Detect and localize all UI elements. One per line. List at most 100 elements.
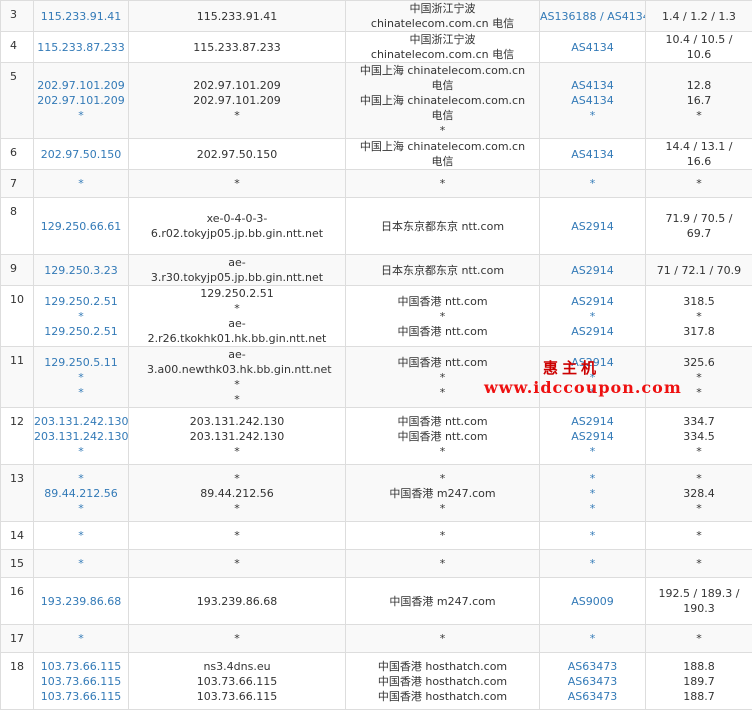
ip-cell-text: * <box>34 176 128 191</box>
ip-link[interactable]: 89.44.212.56 <box>34 486 128 501</box>
hostname-cell-text: ae-2.r26.tkokhk01.hk.bb.gin.ntt.net <box>147 316 327 346</box>
latency-cell: * <box>646 625 752 653</box>
hop-row: 9129.250.3.23ae-3.r30.tokyjp05.jp.bb.gin… <box>1 255 752 286</box>
ip-link[interactable]: 103.73.66.115 <box>34 689 128 704</box>
ip-cell-text: * <box>34 385 128 400</box>
latency-cell-text: 10.4 / 10.5 / 10.6 <box>652 32 746 62</box>
asn-link[interactable]: AS63473 <box>540 674 645 689</box>
ip-link[interactable]: 129.250.2.51 <box>34 324 128 339</box>
asn-cell: * <box>540 522 646 550</box>
hostname-cell-text: * <box>147 631 327 646</box>
ip-link[interactable]: 103.73.66.115 <box>34 674 128 689</box>
hostname-cell: ae-3.r30.tokyjp05.jp.bb.gin.ntt.net <box>129 255 346 286</box>
latency-cell: 1.4 / 1.2 / 1.3 <box>646 1 752 32</box>
ip-cell: 115.233.91.41 <box>34 1 129 32</box>
hostname-cell-text: * <box>147 301 327 316</box>
latency-cell-text: 318.5 <box>652 294 746 309</box>
asn-cell: AS4134 <box>540 32 646 63</box>
asn-link[interactable]: AS2914 <box>540 294 645 309</box>
ip-link[interactable]: 103.73.66.115 <box>34 659 128 674</box>
ip-cell-text: * <box>34 556 128 571</box>
ip-cell-text: * <box>34 501 128 516</box>
hostname-cell-text: xe-0-4-0-3-6.r02.tokyjp05.jp.bb.gin.ntt.… <box>147 211 327 241</box>
asn-link[interactable]: AS9009 <box>540 594 645 609</box>
location-cell-text: 中国香港 m247.com <box>354 594 531 609</box>
ip-link[interactable]: 129.250.66.61 <box>34 219 128 234</box>
hostname-cell-text: 103.73.66.115 <box>147 674 327 689</box>
location-cell-text: 日本东京都东京 ntt.com <box>354 263 531 278</box>
location-cell-text: 中国香港 m247.com <box>354 486 531 501</box>
hop-row: 10129.250.2.51*129.250.2.51129.250.2.51*… <box>1 286 752 347</box>
asn-link[interactable]: AS2914 <box>540 429 645 444</box>
ip-link[interactable]: 203.131.242.130 <box>34 414 128 429</box>
location-cell-text: 中国香港 ntt.com <box>354 355 531 370</box>
location-cell-text: 中国香港 ntt.com <box>354 429 531 444</box>
latency-cell-text: 71 / 72.1 / 70.9 <box>652 263 746 278</box>
hostname-cell: ns3.4dns.eu103.73.66.115103.73.66.115 <box>129 653 346 710</box>
asn-link[interactable]: AS136188 / AS4134 <box>540 9 645 24</box>
ip-link[interactable]: 129.250.5.11 <box>34 355 128 370</box>
hostname-cell-text: 202.97.50.150 <box>147 147 327 162</box>
ip-cell: 129.250.5.11** <box>34 347 129 408</box>
hostname-cell: 193.239.86.68 <box>129 578 346 625</box>
asn-link[interactable]: AS2914 <box>540 219 645 234</box>
hostname-cell-text: * <box>147 444 327 459</box>
location-cell: *中国香港 m247.com* <box>346 465 540 522</box>
ip-cell: 129.250.2.51*129.250.2.51 <box>34 286 129 347</box>
hop-number: 17 <box>1 625 34 653</box>
latency-cell-text: 1.4 / 1.2 / 1.3 <box>652 9 746 24</box>
asn-link[interactable]: AS63473 <box>540 689 645 704</box>
latency-cell: 318.5*317.8 <box>646 286 752 347</box>
asn-link[interactable]: AS2914 <box>540 324 645 339</box>
ip-link[interactable]: 115.233.91.41 <box>34 9 128 24</box>
asn-link[interactable]: AS4134 <box>540 78 645 93</box>
ip-cell: 129.250.3.23 <box>34 255 129 286</box>
ip-cell-text: * <box>34 444 128 459</box>
hostname-cell: * <box>129 550 346 578</box>
ip-link[interactable]: 202.97.50.150 <box>34 147 128 162</box>
ip-link[interactable]: 203.131.242.130 <box>34 429 128 444</box>
latency-cell: 188.8189.7188.7 <box>646 653 752 710</box>
location-cell-text: * <box>354 631 531 646</box>
hop-row: 13*89.44.212.56**89.44.212.56**中国香港 m247… <box>1 465 752 522</box>
latency-cell: 12.816.7* <box>646 63 752 139</box>
ip-cell-text: * <box>34 631 128 646</box>
ip-link[interactable]: 129.250.2.51 <box>34 294 128 309</box>
hostname-cell-text: 203.131.242.130 <box>147 414 327 429</box>
latency-cell-text: * <box>652 309 746 324</box>
latency-cell-text: 188.7 <box>652 689 746 704</box>
ip-link[interactable]: 193.239.86.68 <box>34 594 128 609</box>
ip-link[interactable]: 202.97.101.209 <box>34 93 128 108</box>
ip-cell: 115.233.87.233 <box>34 32 129 63</box>
asn-cell-text: * <box>540 556 645 571</box>
ip-link[interactable]: 129.250.3.23 <box>34 263 128 278</box>
hop-number: 4 <box>1 32 34 63</box>
hostname-cell-text: 115.233.91.41 <box>147 9 327 24</box>
latency-cell-text: * <box>652 176 746 191</box>
asn-link[interactable]: AS2914 <box>540 263 645 278</box>
traceroute-table: 3115.233.91.41115.233.91.41中国浙江宁波 chinat… <box>0 0 752 710</box>
location-cell-text: * <box>354 501 531 516</box>
hop-number: 9 <box>1 255 34 286</box>
asn-link[interactable]: AS4134 <box>540 40 645 55</box>
asn-cell: AS2914** <box>540 347 646 408</box>
asn-link[interactable]: AS4134 <box>540 147 645 162</box>
latency-cell-text: 188.8 <box>652 659 746 674</box>
hostname-cell: 115.233.87.233 <box>129 32 346 63</box>
hostname-cell-text: * <box>147 471 327 486</box>
ip-link[interactable]: 115.233.87.233 <box>34 40 128 55</box>
asn-link[interactable]: AS2914 <box>540 355 645 370</box>
hostname-cell-text: * <box>147 377 327 392</box>
latency-cell: 71 / 72.1 / 70.9 <box>646 255 752 286</box>
hop-number: 8 <box>1 198 34 255</box>
asn-link[interactable]: AS2914 <box>540 414 645 429</box>
asn-link[interactable]: AS4134 <box>540 93 645 108</box>
asn-cell: AS2914 <box>540 198 646 255</box>
ip-cell: *89.44.212.56* <box>34 465 129 522</box>
ip-cell: 103.73.66.115103.73.66.115103.73.66.115 <box>34 653 129 710</box>
ip-link[interactable]: 202.97.101.209 <box>34 78 128 93</box>
hostname-cell-text: 103.73.66.115 <box>147 689 327 704</box>
asn-link[interactable]: AS63473 <box>540 659 645 674</box>
hop-number: 16 <box>1 578 34 625</box>
location-cell-text: * <box>354 176 531 191</box>
